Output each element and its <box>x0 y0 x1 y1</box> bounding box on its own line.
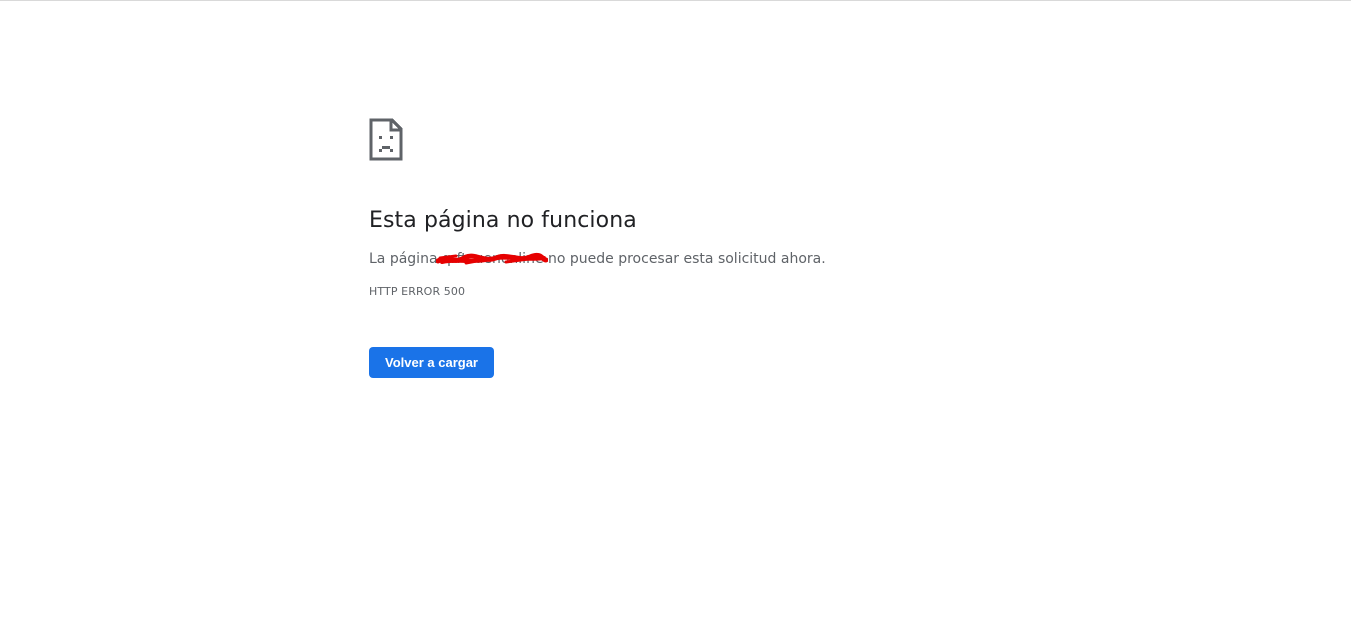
reload-button[interactable]: Volver a cargar <box>369 347 494 378</box>
sad-page-icon <box>369 118 403 161</box>
error-code: HTTP ERROR 500 <box>369 285 466 298</box>
page-title: Esta página no funciona <box>369 208 637 233</box>
error-message: La página qrftcuenonline no puede proces… <box>369 249 1069 269</box>
message-suffix: no puede procesar esta solicitud ahora. <box>543 251 826 267</box>
host-name: qrftcuenonline <box>435 249 548 269</box>
error-page: Esta página no funciona La página qrftcu… <box>369 118 1069 378</box>
top-border <box>0 0 1351 1</box>
message-prefix: La página <box>369 251 442 267</box>
host-text: qrftcuenonline <box>441 251 544 267</box>
